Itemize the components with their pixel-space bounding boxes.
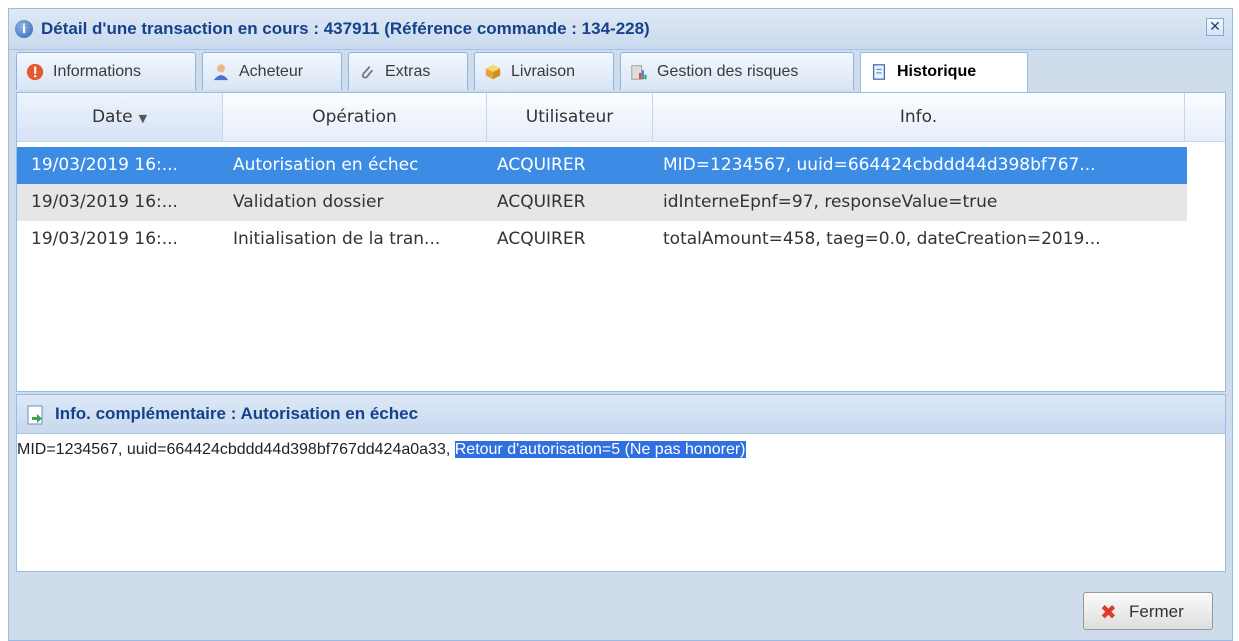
cell-date: 19/03/2019 16:...	[31, 229, 178, 249]
tab-livraison[interactable]: Livraison	[474, 52, 614, 90]
cell-date: 19/03/2019 16:...	[31, 155, 178, 175]
column-header-date[interactable]: Date ▼	[17, 93, 223, 141]
title-bar[interactable]: i Détail d'une transaction en cours : 43…	[9, 9, 1232, 50]
tab-informations[interactable]: Informations	[16, 52, 196, 90]
tab-label: Informations	[53, 63, 142, 80]
tab-strip: Informations Acheteur Extras Livraison G…	[16, 48, 1227, 93]
history-grid: Date ▼ Opération Utilisateur Info. 19/03/…	[16, 92, 1226, 392]
cell-user: ACQUIRER	[497, 229, 586, 249]
tab-label: Livraison	[511, 63, 576, 80]
cell-date: 19/03/2019 16:...	[31, 192, 178, 212]
details-text[interactable]: MID=1234567, uuid=664424cbddd44d398bf767…	[17, 441, 1225, 459]
column-header-info[interactable]: Info.	[653, 93, 1185, 141]
cell-info: idInterneEpnf=97, responseValue=true	[663, 192, 998, 212]
details-text-plain: MID=1234567, uuid=664424cbddd44d398bf767…	[17, 441, 455, 458]
info-icon: i	[15, 20, 33, 38]
column-header-utilisateur[interactable]: Utilisateur	[487, 93, 653, 141]
tab-label: Acheteur	[239, 63, 304, 80]
cell-info: MID=1234567, uuid=664424cbddd44d398bf767…	[663, 155, 1096, 175]
column-header-operation[interactable]: Opération	[223, 93, 487, 141]
tab-historique[interactable]: Historique	[860, 52, 1028, 93]
tab-gestion-des-risques[interactable]: Gestion des risques	[620, 52, 854, 90]
tab-label: Historique	[897, 63, 977, 80]
chart-icon	[631, 65, 647, 80]
user-icon	[213, 64, 229, 81]
cell-user: ACQUIRER	[497, 155, 586, 175]
table-row[interactable]: 19/03/2019 16:... Initialisation de la t…	[17, 221, 1187, 258]
table-row[interactable]: 19/03/2019 16:... Validation dossier ACQ…	[17, 184, 1187, 221]
tab-label: Gestion des risques	[657, 63, 799, 80]
tab-label: Extras	[385, 63, 431, 80]
scroll-icon	[872, 64, 886, 80]
table-row[interactable]: 19/03/2019 16:... Autorisation en échec …	[17, 147, 1187, 184]
sort-desc-icon[interactable]: ▼	[139, 112, 147, 125]
paperclip-icon	[361, 66, 374, 79]
details-panel: Info. complémentaire : Autorisation en é…	[16, 394, 1226, 572]
close-button-label: Fermer	[1129, 602, 1184, 621]
tab-extras[interactable]: Extras	[348, 52, 468, 90]
close-button[interactable]: ✖ Fermer	[1083, 592, 1213, 630]
details-header: Info. complémentaire : Autorisation en é…	[17, 395, 1225, 434]
cell-user: ACQUIRER	[497, 192, 586, 212]
column-header-label: Date	[91, 107, 133, 127]
document-arrow-icon	[27, 405, 43, 425]
dialog-title: Détail d'une transaction en cours : 4379…	[41, 19, 650, 38]
details-text-selected: Retour d'autorisation=5 (Ne pas honorer)	[454, 441, 746, 458]
cell-info: totalAmount=458, taeg=0.0, dateCreation=…	[663, 229, 1101, 249]
box-icon	[485, 64, 501, 80]
cell-operation: Initialisation de la tran...	[233, 229, 441, 249]
warning-icon	[26, 63, 44, 81]
close-icon[interactable]: ✕	[1206, 18, 1224, 36]
cell-operation: Validation dossier	[233, 192, 384, 212]
tab-acheteur[interactable]: Acheteur	[202, 52, 342, 90]
cell-operation: Autorisation en échec	[233, 155, 419, 175]
close-icon: ✖	[1100, 600, 1117, 624]
details-title: Info. complémentaire : Autorisation en é…	[55, 404, 419, 423]
grid-header: Date ▼ Opération Utilisateur Info.	[17, 93, 1225, 142]
